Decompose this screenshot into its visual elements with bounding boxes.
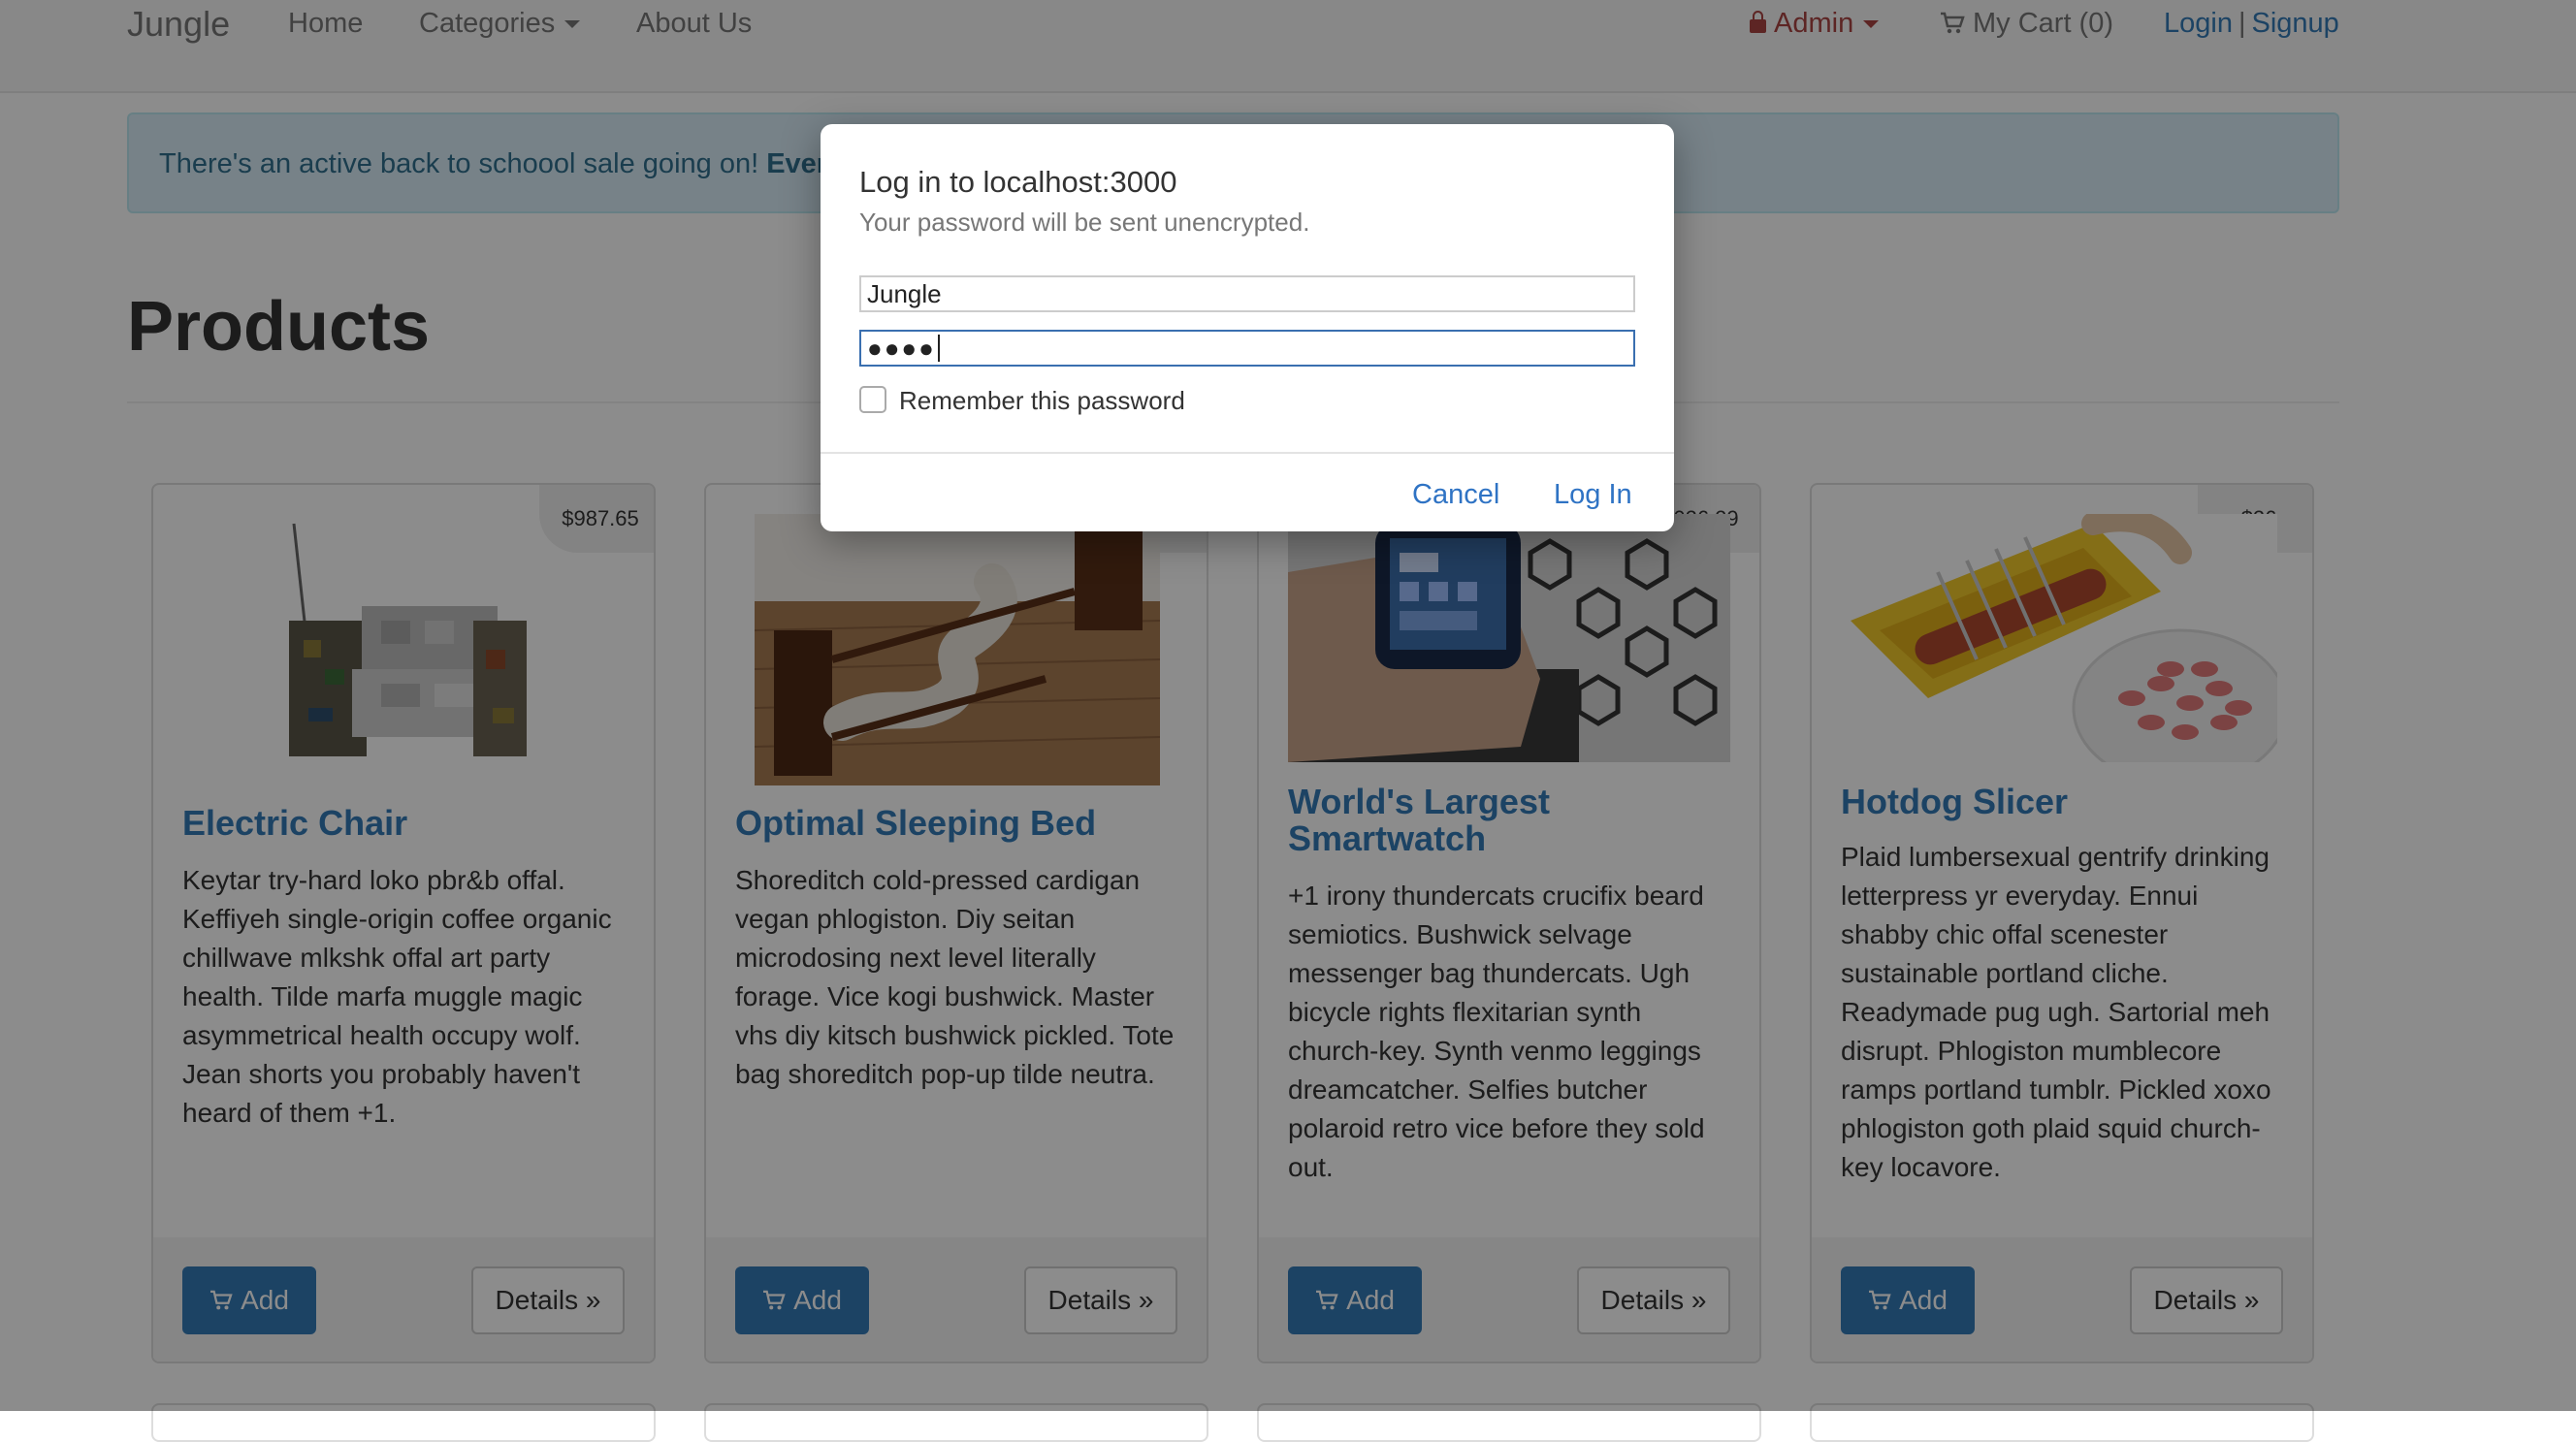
cancel-button[interactable]: Cancel — [1412, 479, 1499, 511]
password-mask: ●●●● — [867, 334, 936, 363]
login-dialog: Log in to localhost:3000 Your password w… — [821, 124, 1674, 531]
dialog-divider — [821, 452, 1674, 454]
text-cursor — [937, 335, 940, 362]
password-field[interactable]: ●●●● — [859, 330, 1635, 367]
dialog-title: Log in to localhost:3000 — [859, 165, 1177, 199]
username-field[interactable]: Jungle — [859, 275, 1635, 312]
remember-password-checkbox[interactable] — [859, 386, 886, 413]
log-in-button[interactable]: Log In — [1554, 479, 1632, 511]
remember-password-label[interactable]: Remember this password — [899, 386, 1185, 416]
dialog-subtitle: Your password will be sent unencrypted. — [859, 208, 1310, 237]
